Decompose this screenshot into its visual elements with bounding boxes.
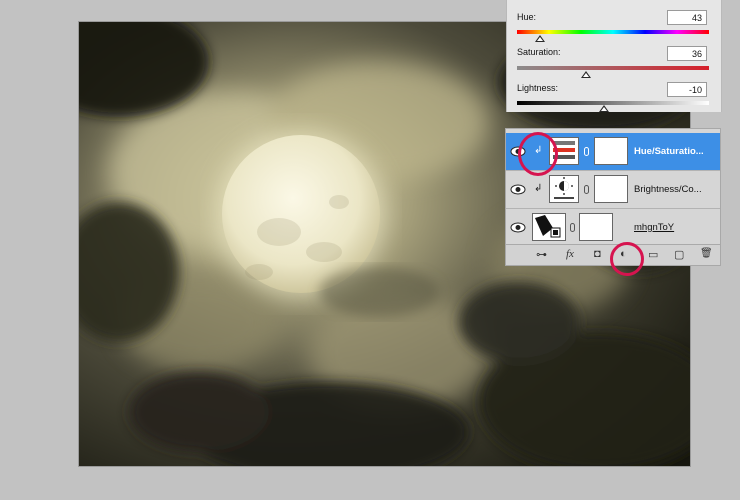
link-icon[interactable] (584, 147, 589, 156)
eye-icon[interactable] (510, 222, 526, 233)
hue-value-field[interactable]: 43 (667, 10, 707, 25)
link-layers-icon[interactable]: ⊶ (536, 248, 547, 261)
hue-label: Hue: (517, 12, 537, 22)
layer-brightness-contrast[interactable]: ↲ Brightness/Co... (506, 171, 720, 209)
hue-slider-track[interactable] (517, 30, 709, 34)
delete-layer-icon[interactable]: 🗑 (700, 248, 713, 259)
layer-mhgntoy[interactable]: mhgnToY (506, 209, 720, 247)
link-icon[interactable] (584, 185, 589, 194)
lightness-label: Lightness: (517, 83, 559, 93)
layer-mask-thumbnail[interactable] (594, 137, 628, 165)
smart-object-thumbnail-icon (532, 213, 566, 241)
saturation-label: Saturation: (517, 47, 561, 57)
lightness-slider-track[interactable] (517, 101, 709, 105)
new-layer-icon[interactable]: ▢ (674, 248, 684, 261)
clip-arrow-icon: ↲ (534, 183, 543, 194)
add-mask-icon[interactable]: ◘ (594, 248, 601, 260)
saturation-value-field[interactable]: 36 (667, 46, 707, 61)
layer-mask-thumbnail[interactable] (579, 213, 613, 241)
layer-name: Hue/Saturatio... (634, 146, 704, 157)
new-group-icon[interactable]: ▭ (648, 248, 658, 261)
eye-icon[interactable] (510, 184, 526, 195)
brightness-thumbnail-icon (549, 175, 579, 203)
saturation-slider-track[interactable] (517, 66, 709, 70)
saturation-slider-thumb[interactable] (581, 71, 591, 78)
highlight-ring-adjustment-button (610, 242, 644, 276)
link-icon[interactable] (570, 223, 575, 232)
layer-mask-thumbnail[interactable] (594, 175, 628, 203)
hue-saturation-panel: Hue: 43 Saturation: 36 Lightness: -10 (506, 0, 722, 112)
layer-name: Brightness/Co... (634, 184, 702, 195)
hue-slider-thumb[interactable] (535, 35, 545, 42)
fx-icon[interactable]: fx (566, 248, 574, 260)
highlight-ring-clip-arrow (518, 132, 558, 176)
layer-name: mhgnToY (634, 222, 675, 233)
lightness-slider-thumb[interactable] (599, 105, 609, 112)
lightness-value-field[interactable]: -10 (667, 82, 707, 97)
